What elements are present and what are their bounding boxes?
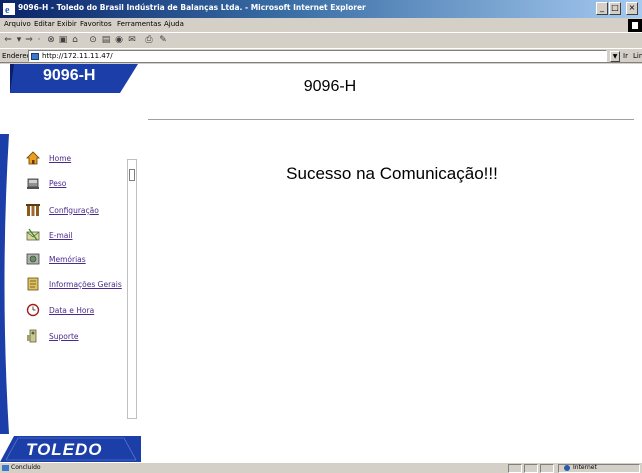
menu-editar[interactable]: Editar bbox=[34, 20, 55, 28]
page-content: 9096-H Home Peso Configuração E-mail Mem… bbox=[0, 64, 642, 462]
nav-suporte[interactable]: Suporte bbox=[26, 328, 79, 344]
home-icon bbox=[26, 151, 40, 165]
status-pane bbox=[524, 464, 538, 473]
support-icon bbox=[27, 329, 37, 343]
success-message: Sucesso na Comunicação!!! bbox=[286, 164, 498, 183]
refresh-icon[interactable]: ▣ bbox=[58, 35, 68, 45]
navigation-frame: 9096-H Home Peso Configuração E-mail Mem… bbox=[0, 64, 141, 462]
address-field[interactable] bbox=[28, 50, 607, 62]
address-input[interactable] bbox=[42, 51, 582, 61]
nav-home-link[interactable]: Home bbox=[49, 154, 71, 163]
status-pane bbox=[540, 464, 554, 473]
page-status-icon bbox=[2, 465, 9, 471]
nav-peso[interactable]: Peso bbox=[26, 175, 66, 191]
nav-data-hora[interactable]: Data e Hora bbox=[26, 302, 94, 318]
nav-suporte-link[interactable]: Suporte bbox=[49, 332, 79, 341]
zone-label: Internet bbox=[573, 464, 597, 471]
nav-memorias[interactable]: Memórias bbox=[26, 251, 86, 267]
nav-scroll-thumb[interactable] bbox=[129, 169, 135, 181]
stop-icon[interactable]: ⊗ bbox=[46, 35, 56, 45]
decorative-strip bbox=[0, 134, 9, 434]
brand-label: TOLEDO bbox=[26, 440, 103, 459]
window-title: 9096-H - Toledo do Brasil Indústria de B… bbox=[18, 3, 366, 12]
close-button[interactable]: × bbox=[626, 2, 638, 15]
nav-peso-link[interactable]: Peso bbox=[49, 179, 66, 188]
divider bbox=[148, 119, 634, 121]
memory-icon bbox=[26, 253, 40, 265]
mail-icon[interactable]: ✉ bbox=[127, 35, 137, 45]
nav-informacoes[interactable]: Informações Gerais bbox=[26, 276, 122, 292]
address-bar: Endereço ▼ Ir Links bbox=[0, 48, 642, 63]
history-icon[interactable]: ◉ bbox=[114, 35, 124, 45]
go-button[interactable]: Ir bbox=[623, 52, 628, 60]
nav-data-hora-link[interactable]: Data e Hora bbox=[49, 306, 94, 315]
menu-ajuda[interactable]: Ajuda bbox=[164, 20, 184, 28]
status-bar: Concluído Internet bbox=[0, 462, 642, 473]
model-label: 9096-H bbox=[43, 67, 96, 84]
favorites-icon[interactable]: ▤ bbox=[101, 35, 111, 45]
nav-configuracao[interactable]: Configuração bbox=[26, 202, 99, 218]
nav-email-link[interactable]: E-mail bbox=[49, 231, 73, 240]
address-dropdown-icon[interactable]: ▼ bbox=[610, 51, 620, 62]
maximize-button[interactable]: □ bbox=[609, 2, 621, 15]
nav-informacoes-link[interactable]: Informações Gerais bbox=[49, 280, 122, 289]
status-text: Concluído bbox=[11, 464, 41, 471]
clock-icon bbox=[26, 303, 40, 317]
scale-icon bbox=[27, 178, 39, 189]
menu-arquivo[interactable]: Arquivo bbox=[4, 20, 31, 28]
minimize-button[interactable]: _ bbox=[596, 2, 608, 15]
menu-favoritos[interactable]: Favoritos bbox=[80, 20, 112, 28]
home-toolbar-icon[interactable]: ⌂ bbox=[70, 35, 80, 45]
menu-bar: Arquivo Editar Exibir Favoritos Ferramen… bbox=[0, 18, 642, 32]
print-icon[interactable]: ⎙ bbox=[144, 35, 154, 45]
svg-text:e: e bbox=[5, 5, 10, 15]
nav-configuracao-link[interactable]: Configuração bbox=[49, 206, 99, 215]
nav-home[interactable]: Home bbox=[26, 150, 71, 166]
links-button[interactable]: Links bbox=[633, 52, 642, 60]
back-dropdown-icon[interactable]: ▾ bbox=[14, 35, 24, 45]
config-icon bbox=[26, 204, 40, 216]
back-icon[interactable]: ⇐ bbox=[3, 35, 13, 45]
menu-exibir[interactable]: Exibir bbox=[57, 20, 77, 28]
edit-icon[interactable]: ✎ bbox=[158, 35, 168, 45]
nav-memorias-link[interactable]: Memórias bbox=[49, 255, 86, 264]
globe-icon bbox=[564, 465, 570, 471]
info-icon bbox=[27, 277, 39, 291]
email-icon bbox=[26, 228, 40, 241]
title-bar: e 9096-H - Toledo do Brasil Indústria de… bbox=[0, 0, 642, 18]
nav-scrollbar[interactable] bbox=[127, 159, 137, 419]
toolbar: ⇐ ▾ ⇒ · ⊗ ▣ ⌂ ⊙ ▤ ◉ ✉ ⎙ ✎ bbox=[0, 32, 642, 48]
separator-icon: · bbox=[37, 35, 41, 45]
status-pane bbox=[508, 464, 522, 473]
page-title: 9096-H bbox=[303, 78, 357, 95]
ie-icon: e bbox=[3, 3, 15, 15]
page-icon bbox=[31, 53, 39, 60]
menu-ferramentas[interactable]: Ferramentas bbox=[117, 20, 161, 28]
browser-window: e 9096-H - Toledo do Brasil Indústria de… bbox=[0, 0, 642, 473]
windows-logo-icon bbox=[628, 19, 642, 32]
forward-icon[interactable]: ⇒ bbox=[24, 35, 34, 45]
nav-email[interactable]: E-mail bbox=[26, 227, 73, 243]
zone-pane bbox=[558, 464, 640, 473]
search-icon[interactable]: ⊙ bbox=[88, 35, 98, 45]
